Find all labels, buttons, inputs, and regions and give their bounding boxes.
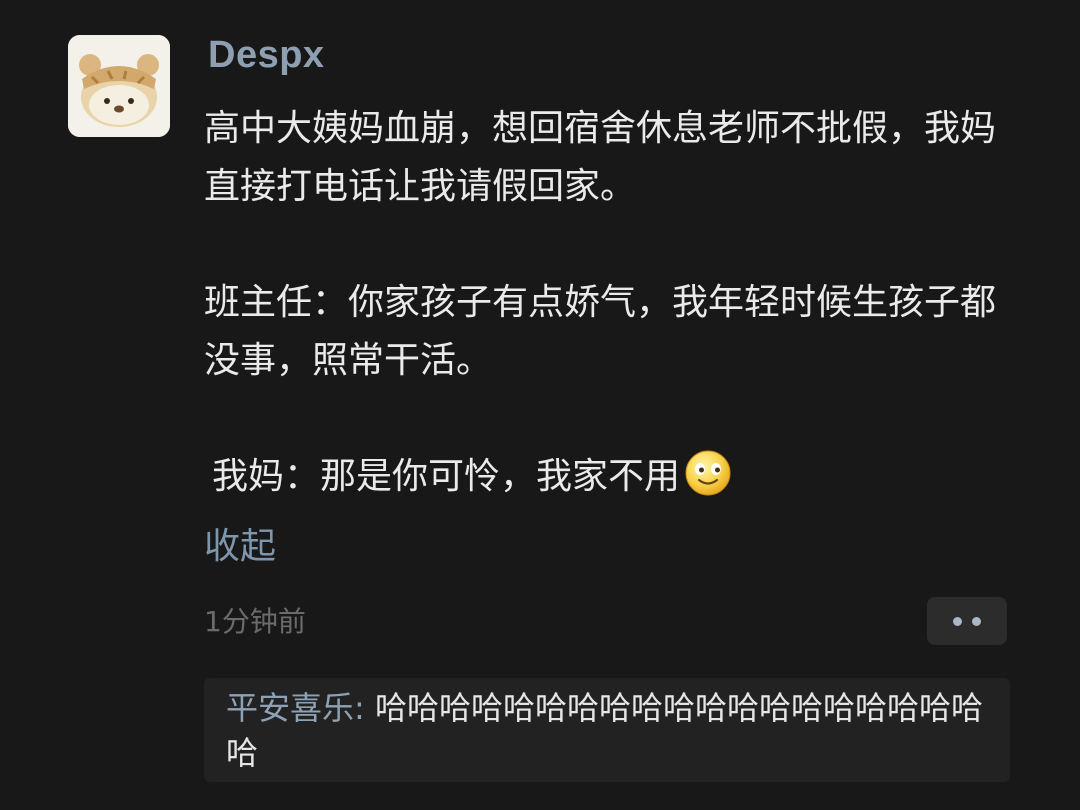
post-content: 高中大姨妈血崩，想回宿舍休息老师不批假，我妈直接打电话让我请假回家。 班主任：你…: [204, 100, 1024, 506]
avatar[interactable]: [68, 35, 170, 137]
bear-avatar-icon: [68, 35, 170, 137]
smile-emoji-icon: [685, 450, 731, 496]
timestamp: 1分钟前: [204, 605, 306, 638]
post-paragraph: 班主任：你家孩子有点娇气，我年轻时候生孩子都没事，照常干活。: [204, 282, 997, 381]
more-button[interactable]: [927, 597, 1007, 645]
more-dots-icon: [972, 617, 981, 626]
reply-preview[interactable]: 平安喜乐: 哈哈哈哈哈哈哈哈哈哈哈哈哈哈哈哈哈哈哈哈: [204, 678, 1010, 782]
username[interactable]: Despx: [208, 30, 325, 80]
post-paragraph-last: 我妈：那是你可怜，我家不用: [204, 448, 1024, 506]
post-paragraph: 高中大姨妈血崩，想回宿舍休息老师不批假，我妈直接打电话让我请假回家。: [204, 108, 997, 207]
collapse-link[interactable]: 收起: [204, 518, 276, 576]
more-dots-icon: [953, 617, 962, 626]
post-paragraph-text: 我妈：那是你可怜，我家不用: [212, 456, 681, 497]
reply-separator: :: [354, 689, 375, 727]
reply-text: 平安喜乐: 哈哈哈哈哈哈哈哈哈哈哈哈哈哈哈哈哈哈哈哈: [226, 686, 996, 776]
reply-username[interactable]: 平安喜乐: [226, 689, 354, 727]
